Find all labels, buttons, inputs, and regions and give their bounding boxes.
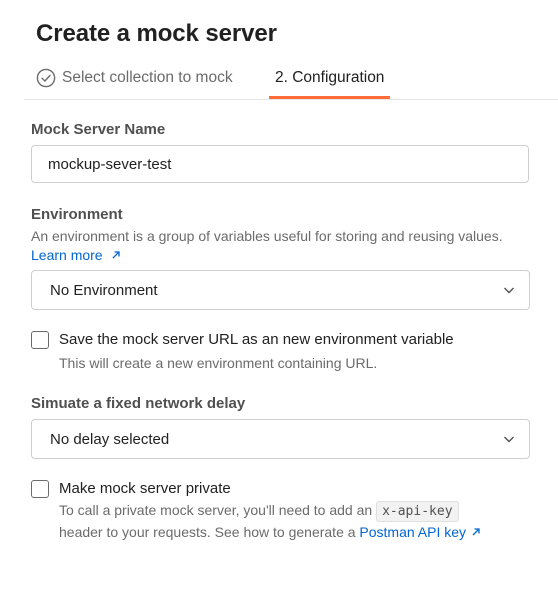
postman-api-key-link[interactable]: Postman API key bbox=[359, 524, 466, 540]
mock-server-name-label: Mock Server Name bbox=[31, 121, 166, 138]
step-configuration[interactable]: 2. Configuration bbox=[275, 57, 384, 99]
page-title: Create a mock server bbox=[36, 20, 277, 47]
api-key-header-code: x-api-key bbox=[376, 501, 459, 522]
chevron-down-icon bbox=[504, 436, 514, 443]
network-delay-select[interactable]: No delay selected bbox=[31, 419, 530, 459]
environment-label: Environment bbox=[31, 206, 123, 223]
external-arrow-icon bbox=[113, 251, 121, 259]
mock-server-name-input[interactable] bbox=[31, 145, 529, 183]
external-arrow-icon bbox=[472, 528, 480, 536]
save-env-var-label[interactable]: Save the mock server URL as an new envir… bbox=[59, 331, 454, 348]
environment-select[interactable]: No Environment bbox=[31, 270, 530, 310]
private-help-line-1: To call a private mock server, you'll ne… bbox=[59, 501, 459, 522]
network-delay-selected-value: No delay selected bbox=[50, 430, 170, 448]
private-checkbox[interactable] bbox=[31, 480, 49, 498]
step-label: 2. Configuration bbox=[275, 69, 385, 86]
divider bbox=[24, 99, 558, 100]
learn-more-link[interactable]: Learn more bbox=[31, 247, 103, 263]
save-env-var-help: This will create a new environment conta… bbox=[59, 355, 378, 371]
step-label: Select collection to mock bbox=[62, 69, 233, 86]
private-help-text-1: To call a private mock server, you'll ne… bbox=[59, 502, 373, 518]
save-env-var-checkbox[interactable] bbox=[31, 331, 49, 349]
private-label[interactable]: Make mock server private bbox=[59, 480, 231, 497]
chevron-down-icon bbox=[504, 287, 514, 294]
private-help-line-2: header to your requests. See how to gene… bbox=[59, 524, 481, 540]
environment-selected-value: No Environment bbox=[50, 281, 158, 299]
environment-description: An environment is a group of variables u… bbox=[31, 228, 503, 244]
check-circle-icon bbox=[36, 68, 56, 88]
private-help-text-2: header to your requests. See how to gene… bbox=[59, 524, 356, 540]
learn-more-link-wrap[interactable]: Learn more bbox=[31, 247, 121, 263]
network-delay-label: Simuate a fixed network delay bbox=[31, 395, 246, 412]
step-select-collection[interactable]: Select collection to mock bbox=[36, 57, 233, 99]
stepper: Select collection to mock 2. Configurati… bbox=[0, 58, 558, 100]
